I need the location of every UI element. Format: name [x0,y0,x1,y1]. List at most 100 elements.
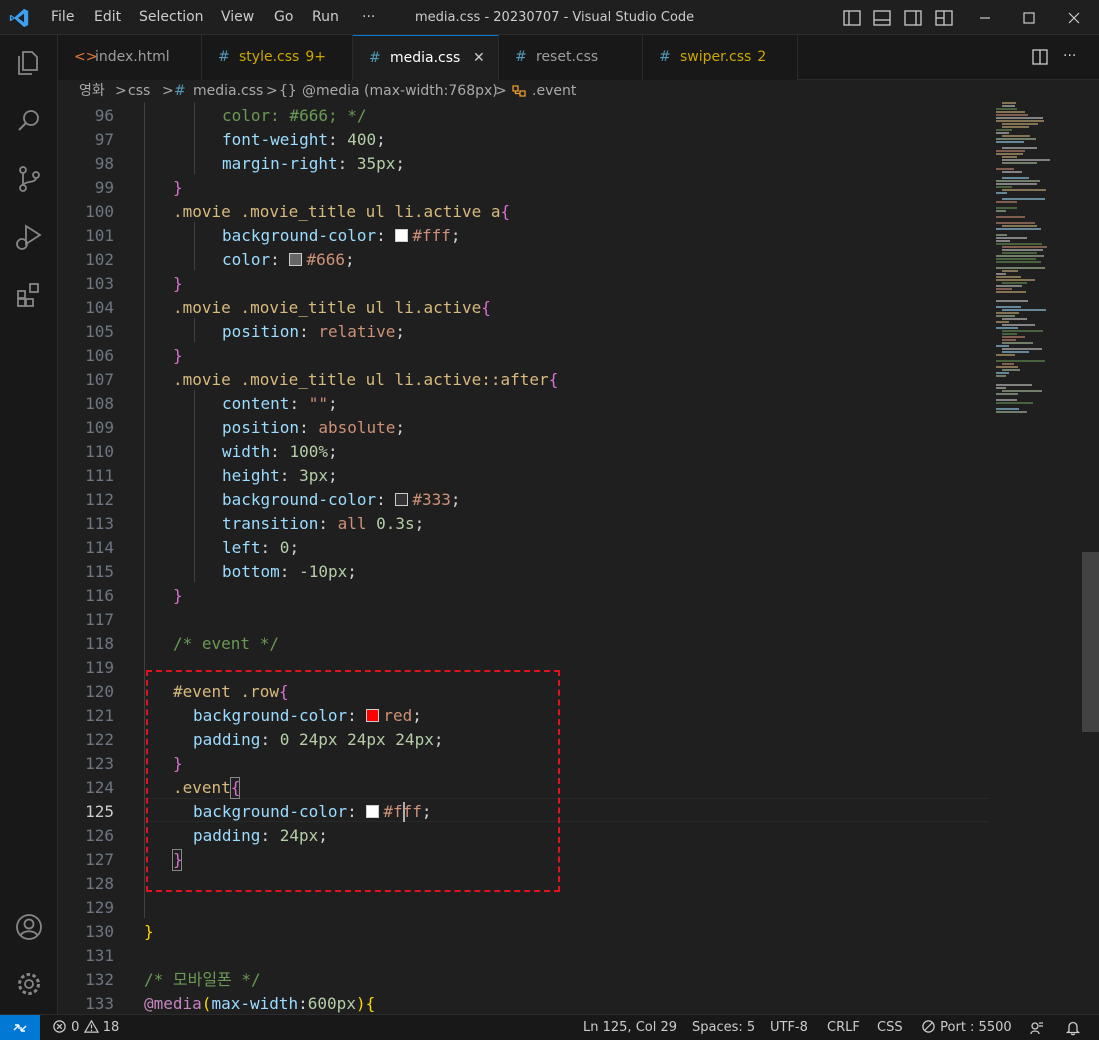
breadcrumb-scope[interactable]: @media (max-width:768px) [302,80,498,102]
minimap-line [1002,342,1033,344]
toggle-panel-icon[interactable] [871,7,893,29]
code-line-105: position: relative; [222,322,406,341]
minimap-line [996,315,1015,317]
tab-style-css[interactable]: # style.css 9+ [202,35,353,80]
line-number: 121 [85,706,114,725]
code-line-109: position: absolute; [222,418,406,437]
tab-media-css[interactable]: # media.css ✕ [353,35,499,80]
explorer-icon[interactable] [13,47,45,79]
close-window-icon[interactable] [1063,7,1085,29]
indentation[interactable]: Spaces: 5 [692,1015,755,1040]
feedback-icon[interactable] [1029,1020,1045,1036]
code-line-107: .movie .movie_title ul li.active::after{ [173,370,559,389]
code-line-108: content: ""; [222,394,338,413]
css-file-icon: # [659,49,671,65]
breadcrumb-separator: > [162,83,174,99]
toggle-secondary-sidebar-icon[interactable] [902,7,924,29]
scrollbar-thumb[interactable] [1082,552,1099,732]
manage-gear-icon[interactable] [13,968,45,1000]
live-server-status[interactable]: Port : 5500 [921,1015,1012,1040]
minimize-icon[interactable] [974,7,996,29]
customize-layout-icon[interactable] [933,7,955,29]
minimap-line [996,183,1037,185]
breadcrumb-symbol[interactable]: .event [532,80,576,102]
minimap-line [996,216,1025,218]
minimap-line [996,321,1009,323]
line-number: 116 [85,586,114,605]
breadcrumb-folder-css[interactable]: css [128,80,150,102]
code-line-112: background-color: #333; [222,490,461,509]
menu-run[interactable]: Run [312,0,339,35]
minimap-line [996,108,1017,110]
minimap-line [1002,369,1020,371]
problems-indicator[interactable]: 0 18 [52,1015,119,1040]
menu-go[interactable]: Go [274,0,293,35]
css-file-icon: # [515,49,527,65]
more-actions-icon[interactable]: ··· [1063,35,1076,78]
end-of-line[interactable]: CRLF [827,1015,860,1040]
notifications-bell-icon[interactable] [1065,1020,1081,1036]
language-mode[interactable]: CSS [877,1015,903,1040]
minimap-line [1002,282,1027,284]
minimap-line [996,267,1045,269]
breadcrumb-folder-root[interactable]: 영화 [79,80,105,102]
code-line-132: /* 모바일폰 */ [144,970,261,989]
maximize-icon[interactable] [1018,7,1040,29]
breadcrumb-file[interactable]: media.css [193,80,263,102]
tab-swiper-css[interactable]: # swiper.css 2 [643,35,798,80]
encoding[interactable]: UTF-8 [770,1015,808,1040]
minimap-line [996,138,1036,140]
minimap-line [996,279,1035,281]
line-number: 132 [85,970,114,989]
minimap[interactable] [994,102,1074,442]
line-number: 124 [85,778,114,797]
menu-view[interactable]: View [221,0,254,35]
minimap-line [996,237,1027,239]
minimap-line [996,255,1044,257]
menu-file[interactable]: File [51,0,74,35]
minimap-line [996,393,1018,395]
css-file-icon: # [369,50,381,66]
menu-selection[interactable]: Selection [139,0,204,35]
menu-more[interactable]: ··· [362,0,375,35]
source-control-icon[interactable] [13,163,45,195]
activity-bar [0,35,58,1014]
remote-indicator[interactable] [0,1015,40,1040]
tab-index-html[interactable]: <> index.html [58,35,202,80]
minimap-line [996,360,1045,362]
minimap-line [996,240,1010,242]
minimap-line [1002,189,1046,191]
minimap-line [996,411,1027,413]
minimap-line [996,291,1026,293]
vscode-logo-icon [9,8,29,28]
color-swatch[interactable] [395,229,409,242]
search-icon[interactable] [13,105,45,137]
indent-guide [194,390,195,582]
run-debug-icon[interactable] [13,221,45,253]
minimap-line [1002,318,1027,320]
code-editor[interactable]: 96 97 98 99 100 101 102 103 104 105 106 107 108 109 11… [58,102,1099,1014]
tab-reset-css[interactable]: # reset.css [499,35,643,80]
cursor-position[interactable]: Ln 125, Col 29 [583,1015,677,1040]
color-swatch[interactable] [289,253,303,266]
extensions-icon[interactable] [13,279,45,311]
minimap-line [1002,270,1018,272]
minimap-line [1002,390,1042,392]
line-number: 118 [85,634,114,653]
minimap-line [996,243,1042,245]
minimap-line [1002,348,1042,350]
code-line-118: /* event */ [173,634,279,653]
line-number: 117 [85,610,114,629]
color-swatch[interactable] [395,493,409,506]
minimap-line [1002,123,1038,125]
window-title: media.css - 20230707 - Visual Studio Cod… [415,10,695,25]
code-line-97: font-weight: 400; [222,130,386,149]
toggle-primary-sidebar-icon[interactable] [841,7,863,29]
minimap-line [1002,363,1014,365]
close-tab-icon[interactable]: ✕ [473,36,485,81]
accounts-icon[interactable] [13,911,45,943]
line-number: 108 [85,394,114,413]
menu-edit[interactable]: Edit [94,0,121,35]
vertical-scrollbar[interactable] [1082,102,1099,1014]
split-editor-icon[interactable] [1030,47,1050,67]
